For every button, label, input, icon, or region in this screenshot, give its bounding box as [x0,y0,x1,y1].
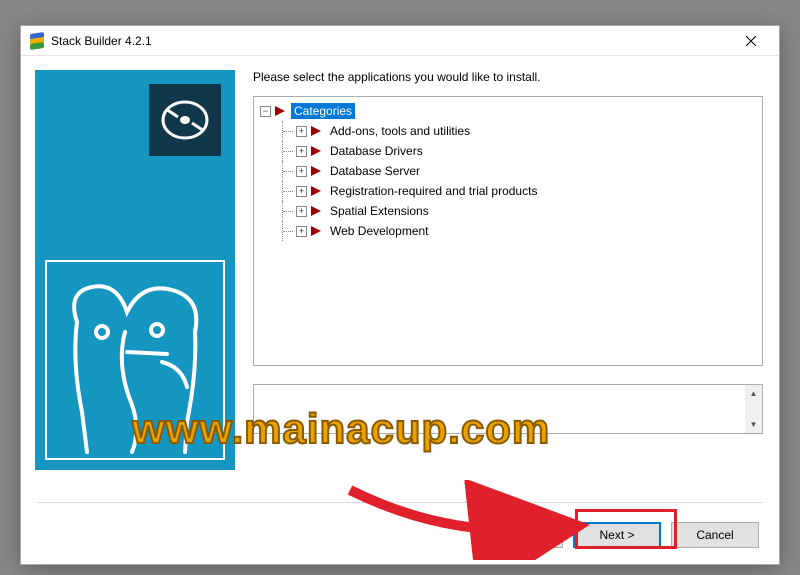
tree-connector [282,221,296,241]
disc-icon [149,84,221,156]
applications-tree[interactable]: − Categories + Add-ons, tools and utilit… [253,96,763,366]
tree-connector [282,201,296,221]
next-button[interactable]: Next > [573,522,661,548]
flag-icon [311,226,321,236]
main-panel: Please select the applications you would… [235,70,763,476]
flag-icon [311,206,321,216]
scroll-track[interactable] [745,402,762,416]
expand-icon[interactable]: + [296,226,307,237]
tree-connector [282,161,296,181]
wizard-sidebar-image [35,70,235,470]
expand-icon[interactable]: + [296,206,307,217]
expand-icon[interactable]: + [296,186,307,197]
flag-icon [311,166,321,176]
tree-node-categories[interactable]: − Categories [260,101,756,121]
flag-icon [311,146,321,156]
tree-node-addons[interactable]: + Add-ons, tools and utilities [282,121,756,141]
tree-node-db-server[interactable]: + Database Server [282,161,756,181]
expand-icon[interactable]: + [296,126,307,137]
window-title: Stack Builder 4.2.1 [51,34,731,48]
scrollbar[interactable]: ▲ ▼ [745,385,762,433]
tree-node-registration[interactable]: + Registration-required and trial produc… [282,181,756,201]
tree-connector [282,181,296,201]
titlebar[interactable]: Stack Builder 4.2.1 [21,26,779,56]
tree-label: Database Drivers [327,143,426,159]
cancel-button[interactable]: Cancel [671,522,759,548]
scroll-down-icon[interactable]: ▼ [745,416,762,433]
expand-icon[interactable]: + [296,146,307,157]
flag-icon [311,186,321,196]
flag-icon [275,106,285,116]
tree-label: Spatial Extensions [327,203,432,219]
postgresql-elephant-icon [45,260,225,460]
stack-builder-icon [29,33,45,49]
tree-label: Registration-required and trial products [327,183,540,199]
content-area: Please select the applications you would… [21,56,779,486]
stack-builder-window: Stack Builder 4.2.1 [20,25,780,565]
selected-packages-box[interactable]: ▲ ▼ [253,384,763,434]
tree-label-categories: Categories [291,103,355,119]
close-button[interactable] [731,27,771,55]
tree-label: Database Server [327,163,423,179]
tree-connector [282,121,296,141]
tree-node-db-drivers[interactable]: + Database Drivers [282,141,756,161]
divider [37,502,763,503]
instruction-text: Please select the applications you would… [253,70,763,84]
tree-node-spatial[interactable]: + Spatial Extensions [282,201,756,221]
expand-icon[interactable]: + [296,166,307,177]
close-icon [746,36,756,46]
tree-label: Web Development [327,223,432,239]
back-button[interactable]: < Back [475,522,563,548]
flag-icon [311,126,321,136]
tree-node-web-dev[interactable]: + Web Development [282,221,756,241]
scroll-up-icon[interactable]: ▲ [745,385,762,402]
tree-label: Add-ons, tools and utilities [327,123,473,139]
tree-connector [282,141,296,161]
wizard-buttons: < Back Next > Cancel [475,522,759,548]
collapse-icon[interactable]: − [260,106,271,117]
